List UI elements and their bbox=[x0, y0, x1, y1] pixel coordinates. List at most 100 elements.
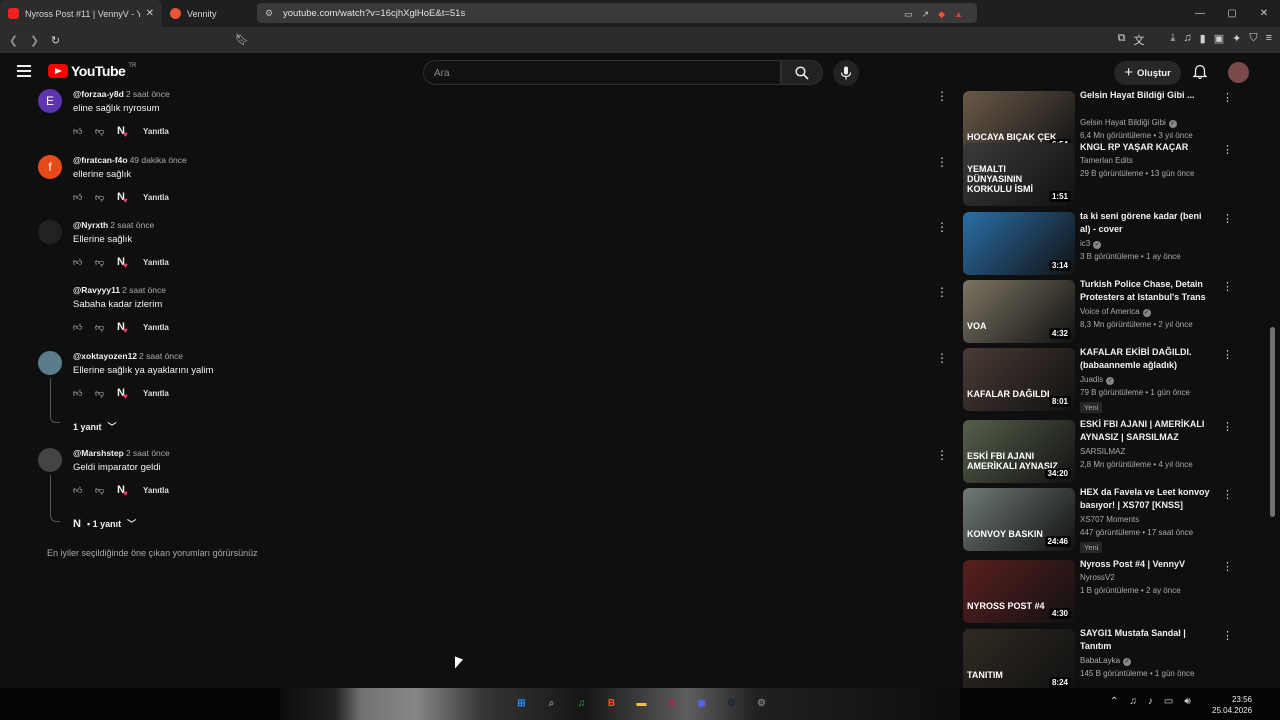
dislike-icon[interactable]: 👎︎ bbox=[95, 388, 117, 399]
reply-button[interactable]: Yanıtla bbox=[143, 127, 169, 136]
comment-handle[interactable]: @fıratcan-f4o bbox=[73, 155, 128, 165]
channel-name[interactable]: ic3 bbox=[1080, 239, 1090, 248]
video-title[interactable]: HEX da Favela ve Leet konvoy basıyor! | … bbox=[1080, 486, 1214, 512]
commenter-avatar[interactable] bbox=[38, 285, 62, 309]
reply-button[interactable]: Yanıtla bbox=[143, 258, 169, 267]
discord-icon[interactable]: ◉ bbox=[692, 694, 711, 713]
app-a-icon[interactable]: A bbox=[662, 694, 681, 713]
like-icon[interactable]: 👍︎ bbox=[73, 192, 95, 203]
hamburger-menu-icon[interactable] bbox=[17, 65, 31, 77]
windows-start-icon[interactable]: ⊞ bbox=[512, 694, 531, 713]
video-more-icon[interactable]: ⋮ bbox=[1222, 143, 1233, 156]
dislike-icon[interactable]: 👎︎ bbox=[95, 257, 117, 268]
reply-button[interactable]: Yanıtla bbox=[143, 193, 169, 202]
show-replies-button[interactable]: 1 yanıt ﹀ bbox=[73, 420, 117, 433]
show-replies-button[interactable]: N • 1 yanıt ﹀ bbox=[73, 517, 136, 530]
leo-ai-icon[interactable]: ✦ bbox=[1232, 32, 1241, 48]
recommended-video[interactable]: TANITIM 8:24 SAYGI1 Mustafa Sandal | Tanıt… bbox=[963, 627, 1233, 693]
create-button[interactable]: + Oluştur bbox=[1114, 61, 1181, 85]
settings-icon[interactable]: ⚙ bbox=[752, 694, 771, 713]
recommended-video[interactable]: NYROSS POST #4 4:30 Nyross Post #4 | Venny… bbox=[963, 558, 1233, 624]
video-thumbnail[interactable]: VOA 4:32 bbox=[963, 280, 1075, 343]
comment-more-icon[interactable]: ⋮ bbox=[936, 351, 948, 365]
video-more-icon[interactable]: ⋮ bbox=[1222, 348, 1233, 361]
commenter-avatar[interactable] bbox=[38, 220, 62, 244]
channel-name[interactable]: SARSILMAZ bbox=[1080, 447, 1125, 456]
video-title[interactable]: Gelsin Hayat Bildiği Gibi ... bbox=[1080, 89, 1214, 102]
reload-button[interactable]: ↻ bbox=[45, 34, 66, 47]
media-icon[interactable]: ♫ bbox=[1183, 32, 1191, 48]
channel-name[interactable]: NyrossV2 bbox=[1080, 573, 1115, 582]
taskbar-clock[interactable]: 23:56 25.04.2026 bbox=[1212, 694, 1252, 716]
volume-icon[interactable]: 🔊︎ bbox=[1184, 696, 1190, 707]
dislike-icon[interactable]: 👎︎ bbox=[95, 192, 117, 203]
brave-rewards-icon[interactable]: ▲ bbox=[954, 9, 963, 20]
video-more-icon[interactable]: ⋮ bbox=[1222, 560, 1233, 573]
recommended-video[interactable]: KAFALAR DAĞILDI 8:01 KAFALAR EKİBİ DAĞILDI… bbox=[963, 346, 1233, 413]
comment-handle[interactable]: @xoktayozen12 bbox=[73, 351, 137, 361]
video-thumbnail[interactable]: YEMALTI DÜNYASININ KORKULU İSMİ 1:51 bbox=[963, 143, 1075, 206]
headset-icon[interactable]: ♫ bbox=[1129, 696, 1137, 707]
comment-more-icon[interactable]: ⋮ bbox=[936, 155, 948, 169]
comment-time[interactable]: 2 saat önce bbox=[126, 448, 170, 458]
reply-button[interactable]: Yanıtla bbox=[143, 486, 169, 495]
like-icon[interactable]: 👍︎ bbox=[73, 388, 95, 399]
video-title[interactable]: ESKİ FBI AJANI | AMERİKALI AYNASIZ | SAR… bbox=[1080, 418, 1214, 444]
channel-name[interactable]: Juadis bbox=[1080, 375, 1103, 384]
video-thumbnail[interactable]: KAFALAR DAĞILDI 8:01 bbox=[963, 348, 1075, 411]
site-info-icon[interactable]: ⚙ bbox=[265, 8, 275, 19]
video-thumbnail[interactable]: ESKİ FBI AJANI AMERİKALI AYNASIZ 34:20 bbox=[963, 420, 1075, 483]
video-title[interactable]: SAYGI1 Mustafa Sandal | Tanıtım bbox=[1080, 627, 1214, 653]
recommended-video[interactable]: 3:14 ta ki seni görene kadar (beni al) - … bbox=[963, 210, 1233, 276]
translate-icon[interactable]: 文 bbox=[1134, 32, 1145, 48]
comment-handle[interactable]: @Nyrxth bbox=[73, 220, 108, 230]
channel-name[interactable]: Tamerlan Edits bbox=[1080, 156, 1133, 165]
video-title[interactable]: Turkish Police Chase, Detain Protesters … bbox=[1080, 278, 1214, 304]
search-button[interactable] bbox=[781, 60, 823, 85]
search-input[interactable]: Ara bbox=[423, 60, 781, 85]
dislike-icon[interactable]: 👎︎ bbox=[95, 322, 117, 333]
network-icon[interactable]: ▭ bbox=[1164, 696, 1173, 707]
video-thumbnail[interactable]: TANITIM 8:24 bbox=[963, 629, 1075, 692]
video-title[interactable]: KNGL RP YAŞAR KAÇAR bbox=[1080, 141, 1214, 154]
reply-button[interactable]: Yanıtla bbox=[143, 323, 169, 332]
browser-tab-youtube[interactable]: Nyross Post #11 | VennyV - YouTube ✕ bbox=[0, 0, 162, 27]
video-title[interactable]: KAFALAR EKİBİ DAĞILDI. (babaannemle ağla… bbox=[1080, 346, 1214, 372]
channel-name[interactable]: Voice of America bbox=[1080, 307, 1140, 316]
account-avatar[interactable] bbox=[1228, 62, 1249, 83]
recommended-video[interactable]: VOA 4:32 Turkish Police Chase, Detain Prot… bbox=[963, 278, 1233, 344]
comment-more-icon[interactable]: ⋮ bbox=[936, 220, 948, 234]
back-button[interactable]: ❮ bbox=[3, 34, 24, 47]
recommended-video[interactable]: KONVOY BASKIN 24:46 HEX da Favela ve Leet … bbox=[963, 486, 1233, 553]
reply-button[interactable]: Yanıtla bbox=[143, 389, 169, 398]
dislike-icon[interactable]: 👎︎ bbox=[95, 485, 117, 496]
brave-icon[interactable]: B bbox=[602, 694, 621, 713]
spotify-icon[interactable]: ♫ bbox=[572, 694, 591, 713]
comment-handle[interactable]: @forzaa-y8d bbox=[73, 89, 124, 99]
comment-time[interactable]: 2 saat önce bbox=[126, 89, 170, 99]
dislike-icon[interactable]: 👎︎ bbox=[95, 126, 117, 137]
like-icon[interactable]: 👍︎ bbox=[73, 322, 95, 333]
forward-button[interactable]: ❯ bbox=[24, 34, 45, 47]
comment-time[interactable]: 2 saat önce bbox=[122, 285, 166, 295]
commenter-avatar[interactable] bbox=[38, 448, 62, 472]
brave-shield-icon[interactable]: ◆ bbox=[938, 9, 945, 20]
wallet-icon[interactable]: ▣ bbox=[1214, 32, 1224, 48]
sidebar-icon[interactable]: ▮ bbox=[1200, 32, 1206, 48]
channel-name[interactable]: XS707 Moments bbox=[1080, 515, 1139, 524]
vpn-icon[interactable]: ⛉ bbox=[1249, 32, 1257, 48]
video-thumbnail[interactable]: 3:14 bbox=[963, 212, 1075, 275]
video-title[interactable]: Nyross Post #4 | VennyV bbox=[1080, 558, 1214, 571]
video-title[interactable]: ta ki seni görene kadar (beni al) - cove… bbox=[1080, 210, 1214, 236]
comment-time[interactable]: 2 saat önce bbox=[139, 351, 183, 361]
download-icon[interactable]: ⤓ bbox=[1171, 32, 1176, 48]
comment-more-icon[interactable]: ⋮ bbox=[936, 448, 948, 462]
comment-more-icon[interactable]: ⋮ bbox=[936, 285, 948, 299]
page-scrollbar[interactable] bbox=[1270, 327, 1275, 517]
video-thumbnail[interactable]: NYROSS POST #4 4:30 bbox=[963, 560, 1075, 623]
video-more-icon[interactable]: ⋮ bbox=[1222, 420, 1233, 433]
share-icon[interactable]: ↗ bbox=[922, 9, 930, 20]
youtube-logo[interactable]: YouTube TR bbox=[48, 63, 136, 79]
notifications-button[interactable] bbox=[1192, 64, 1208, 85]
comment-time[interactable]: 2 saat önce bbox=[110, 220, 154, 230]
